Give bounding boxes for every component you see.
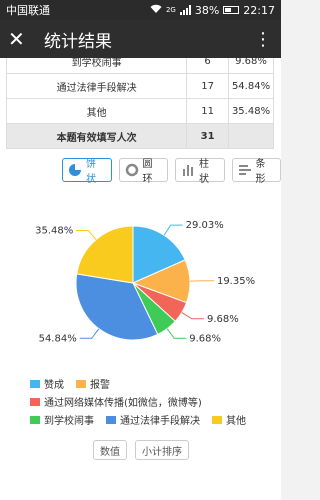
legend-swatch [30, 379, 40, 388]
count-cell: 11 [186, 98, 230, 124]
slice-leader-line [181, 312, 205, 320]
table-row: 到学校闹事 6 9.68% [5, 58, 274, 74]
total-row: 本题有效填写人次 31 [5, 123, 274, 149]
value-sort-button[interactable]: 数值 [93, 440, 127, 460]
slice-leader-line [76, 229, 97, 240]
chart-type-switcher: 饼状 圆环 柱状 条形 [62, 158, 281, 185]
network-type: 2G [165, 6, 176, 14]
legend-label: 到学校闹事 [44, 416, 94, 427]
ring-chart-label: 圆环 [142, 159, 153, 185]
legend-item[interactable]: 到学校闹事 [30, 412, 94, 427]
clock: 22:17 [243, 3, 275, 17]
column-chart-icon [181, 163, 195, 177]
legend-label: 其他 [226, 416, 246, 427]
subtotal-sort-button[interactable]: 小计排序 [135, 440, 189, 460]
pie-chart-label: 饼状 [86, 159, 96, 185]
legend-label: 赞成 [44, 380, 64, 391]
slice-leader-line [163, 224, 183, 236]
column-chart-label: 柱状 [199, 159, 209, 185]
signal-icon [179, 5, 191, 15]
legend-item[interactable]: 通过法律手段解决 [106, 412, 200, 427]
page-title: 统计结果 [44, 31, 112, 52]
chart-legend: 赞成 报警 通过网络媒体传播(如微信，微博等) 到学校闹事 通过法律手段解决 其… [30, 376, 270, 430]
total-count: 31 [186, 123, 230, 149]
pie-chart-icon [68, 163, 82, 177]
slice-label: 19.35% [217, 276, 255, 287]
legend-label: 报警 [90, 380, 110, 391]
close-icon[interactable]: ✕ [8, 27, 38, 51]
carrier-name: 中国联通 [6, 4, 50, 17]
option-cell: 其他 [5, 98, 188, 124]
legend-item[interactable]: 其他 [212, 412, 246, 427]
slice-leader-line [79, 328, 100, 339]
slice-label: 9.68% [207, 314, 239, 325]
slice-label: 54.84% [39, 333, 77, 344]
pie-chart-button[interactable]: 饼状 [62, 158, 112, 185]
legend-label: 通过法律手段解决 [120, 416, 200, 427]
ring-chart-icon [125, 163, 139, 177]
option-cell: 通过法律手段解决 [5, 73, 188, 99]
battery-icon [223, 6, 240, 14]
content-area[interactable]: 到学校闹事 6 9.68% 通过法律手段解决 17 54.84% 其他 11 3… [0, 58, 281, 500]
table-row: 其他 11 35.48% [5, 98, 274, 124]
percent-cell: 35.48% [228, 98, 274, 124]
slice-label: 35.48% [35, 225, 73, 236]
status-bar: 中国联通 2G 38% 22:17 [0, 0, 281, 20]
percent-cell: 54.84% [228, 73, 274, 99]
count-cell: 6 [186, 58, 230, 74]
bar-chart-button[interactable]: 条形 [231, 158, 281, 185]
ring-chart-button[interactable]: 圆环 [118, 158, 168, 185]
column-chart-button[interactable]: 柱状 [175, 158, 225, 185]
total-label: 本题有效填写人次 [5, 123, 188, 149]
pie-chart: 29.03% 19.35% 9.68% 9.68% 54.84% 35.48% [35, 220, 255, 344]
wifi-icon [150, 4, 162, 17]
slice-label: 9.68% [189, 333, 221, 344]
sort-controls: 数值 小计排序 [93, 440, 189, 460]
legend-swatch [30, 415, 40, 424]
bar-chart-label: 条形 [255, 159, 266, 185]
legend-item[interactable]: 通过网络媒体传播(如微信，微博等) [30, 394, 202, 409]
slice-leader-line [166, 328, 187, 339]
bar-chart-icon [238, 163, 252, 177]
legend-swatch [106, 415, 116, 424]
legend-swatch [30, 397, 40, 406]
battery-percent: 38% [194, 3, 220, 17]
slice-label: 29.03% [186, 220, 224, 231]
more-menu-icon[interactable]: ⋮ [253, 29, 273, 50]
legend-item[interactable]: 报警 [76, 376, 110, 391]
pie-slice[interactable] [76, 225, 134, 284]
legend-item[interactable]: 赞成 [30, 376, 64, 391]
result-table: 到学校闹事 6 9.68% 通过法律手段解决 17 54.84% 其他 11 3… [5, 58, 274, 149]
percent-cell: 9.68% [228, 58, 274, 74]
legend-label: 通过网络媒体传播(如微信，微博等) [44, 398, 202, 409]
option-cell: 到学校闹事 [5, 58, 188, 74]
table-row: 通过法律手段解决 17 54.84% [5, 73, 274, 99]
title-bar: ✕ 统计结果 ⋮ [0, 20, 281, 58]
count-cell: 17 [186, 73, 230, 99]
total-empty [228, 123, 274, 149]
legend-swatch [212, 415, 222, 424]
legend-swatch [76, 379, 86, 388]
